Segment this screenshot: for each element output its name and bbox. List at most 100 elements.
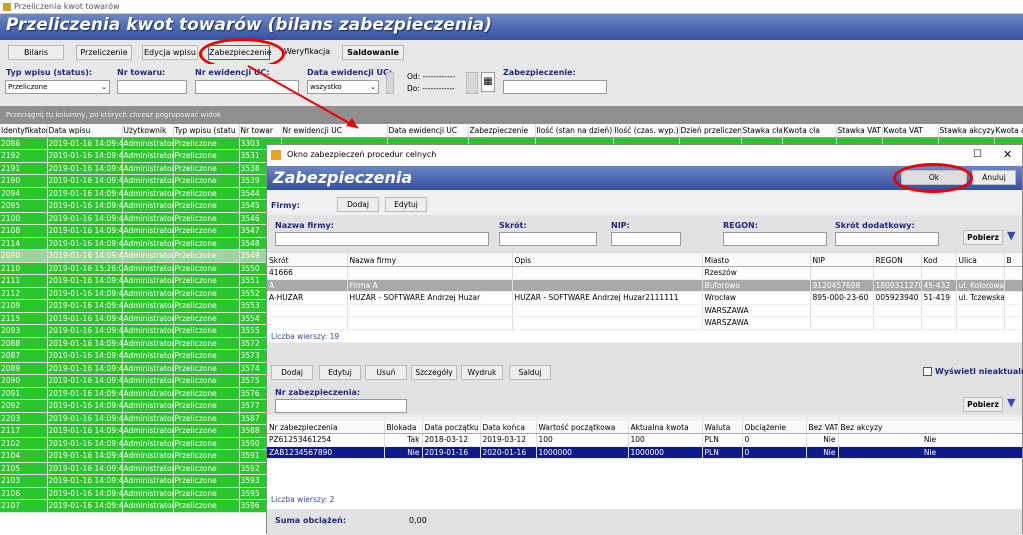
nip-input[interactable] <box>611 232 681 246</box>
column-header[interactable]: REGON <box>873 254 922 267</box>
table-row[interactable]: WARSZAWA <box>267 316 1022 330</box>
table-cell: A <box>267 279 348 292</box>
calendar-icon[interactable]: ▦ <box>481 72 495 92</box>
column-header[interactable]: Data wpisu <box>47 124 123 138</box>
table-cell <box>512 266 703 280</box>
column-header[interactable]: Kwota VAT <box>882 124 939 138</box>
table-cell: 2019-01-16 14:09:40 <box>47 412 123 425</box>
od-value[interactable]: ------------ <box>423 72 455 81</box>
zab-delete-button[interactable]: Usuń <box>365 365 407 380</box>
nr-zab-input[interactable] <box>275 399 407 413</box>
column-header[interactable]: Użytkownik <box>122 124 174 138</box>
close-icon[interactable]: ✕ <box>1003 145 1012 165</box>
column-header[interactable]: Wartość początkowa <box>536 421 629 434</box>
filter-icon[interactable]: ▼ <box>1007 396 1015 409</box>
filter-icon[interactable]: ▼ <box>1007 229 1015 242</box>
do-value[interactable]: ------------ <box>422 84 454 93</box>
column-header[interactable]: Skrót <box>267 254 348 267</box>
column-header[interactable]: Obciążenie <box>742 421 807 434</box>
table-row[interactable]: WARSZAWA <box>267 304 1022 317</box>
firma-add-button[interactable]: Dodaj <box>337 197 379 212</box>
column-header[interactable]: Ilość (stan na dzień) <box>535 124 614 138</box>
column-header[interactable]: Nazwa firmy <box>347 254 513 267</box>
zab-balance-button[interactable]: Salduj <box>509 365 551 380</box>
column-header[interactable]: B <box>1004 254 1022 267</box>
maximize-icon[interactable]: ☐ <box>973 145 982 165</box>
column-header[interactable]: Data początku <box>422 421 481 434</box>
column-header[interactable]: Waluta <box>702 421 743 434</box>
regon-input[interactable] <box>723 232 827 246</box>
column-header[interactable]: Bez VAT <box>806 421 839 434</box>
group-by-panel[interactable]: Przeciągnij tu kolumny, po których chces… <box>0 106 1023 124</box>
table-cell: Administrator <box>122 474 174 488</box>
date-spin-button[interactable] <box>466 72 478 94</box>
table-cell <box>1004 279 1022 292</box>
table-row[interactable]: ZAB1234567890 Nie 2019-01-16 2020-01-16 1000… <box>267 446 1022 459</box>
banner-title: Przeliczenia kwot towarów (bilans zabezp… <box>6 15 492 35</box>
table-row[interactable]: PZ61253461254 Tak 2018-03-12 2019-03-12 100 1… <box>267 433 1022 447</box>
column-header[interactable]: Ulica <box>956 254 1005 267</box>
edycja-wpisu-button[interactable]: Edycja wpisu <box>142 45 198 60</box>
zab-add-button[interactable]: Dodaj <box>271 365 313 380</box>
suma-label: Suma obciążeń: <box>275 516 347 525</box>
column-header[interactable]: Blokada <box>384 421 423 434</box>
column-header[interactable]: Stawka cła <box>741 124 783 138</box>
table-row[interactable]: AFirma A Buforowo912045769818003112700045… <box>267 279 1022 292</box>
table-cell: Przeliczone <box>173 224 240 238</box>
table-cell: Przeliczone <box>173 287 240 300</box>
cancel-button[interactable]: Anuluj <box>972 170 1016 185</box>
table-cell: 2019-01-16 14:09:40 <box>47 324 123 338</box>
typ-select[interactable]: Przeliczone ⌄ <box>5 80 110 94</box>
nazwa-input[interactable] <box>275 232 489 246</box>
skrot-dod-input[interactable] <box>835 232 939 246</box>
column-header[interactable]: Typ wpisu (statu <box>173 124 240 138</box>
column-header[interactable]: Kwota cła <box>782 124 837 138</box>
column-header[interactable]: Miasto <box>702 254 811 267</box>
skrot-input[interactable] <box>499 232 597 246</box>
zab-input[interactable] <box>503 80 607 94</box>
table-cell: 2019-01-16 14:09:40 <box>47 212 123 225</box>
table-cell: Przeliczone <box>173 187 240 200</box>
column-header[interactable]: Kwota a <box>994 124 1023 138</box>
dialog-banner-title: Zabezpieczenia <box>273 168 413 187</box>
column-header[interactable]: Stawka akcyzy <box>938 124 995 138</box>
table-cell: 2110 <box>0 262 48 275</box>
table-cell: Nie <box>806 433 839 447</box>
column-header[interactable]: Stawka VAT <box>836 124 883 138</box>
table-cell: Administrator <box>122 274 174 288</box>
column-header[interactable]: Ilość (czas. wyp.) <box>613 124 680 138</box>
firma-search-button[interactable]: Pobierz <box>963 230 1003 245</box>
firma-edit-button[interactable]: Edytuj <box>385 197 427 212</box>
column-header[interactable]: Kod <box>921 254 957 267</box>
column-header[interactable]: Nr zabezpieczenia <box>267 421 385 434</box>
show-inactive-checkbox[interactable] <box>923 367 932 376</box>
column-header[interactable]: Bez akcyzy <box>838 421 1022 434</box>
table-cell: 2089 <box>0 362 48 375</box>
bilans-button[interactable]: Bilans <box>8 45 64 60</box>
column-header[interactable]: Zabezpieczenie <box>468 124 536 138</box>
table-cell: 0 <box>742 433 807 447</box>
table-row[interactable]: 41666 Rzeszów <box>267 266 1022 280</box>
column-header[interactable]: Data ewidencji UC <box>387 124 469 138</box>
column-header[interactable]: Aktualna kwota <box>628 421 703 434</box>
column-header[interactable]: Opis <box>512 254 703 267</box>
zab-details-button[interactable]: Szczegóły <box>411 365 457 380</box>
zab-print-button[interactable]: Wydruk <box>461 365 503 380</box>
spin-button[interactable] <box>386 72 394 94</box>
table-cell <box>956 316 1005 330</box>
table-cell: Administrator <box>122 399 174 413</box>
column-header[interactable]: NIP <box>810 254 874 267</box>
zab-search-button[interactable]: Pobierz <box>963 397 1003 412</box>
table-cell: 2019-01-16 14:09:40 <box>47 199 123 213</box>
table-cell <box>1004 291 1022 305</box>
column-header[interactable]: Identyfikator <box>0 124 48 138</box>
nr-towaru-input[interactable] <box>117 80 187 94</box>
column-header[interactable]: Data końca <box>480 421 537 434</box>
table-row[interactable]: A-HUZAR HUZAR - SOFTWARE Andrzej Huzar HUZ… <box>267 291 1022 305</box>
przeliczenie-button[interactable]: Przeliczenie <box>76 45 132 60</box>
zab-edit-button[interactable]: Edytuj <box>319 365 361 380</box>
column-header[interactable]: Dzień przeliczenia <box>679 124 742 138</box>
zab-toolbar: Dodaj Edytuj Usuń Szczegóły Wydruk Saldu… <box>267 343 1023 415</box>
skrot-label: Skrót: <box>499 221 527 230</box>
security-dialog: Okno zabezpieczeń procedur celnych ☐ ✕ Z… <box>266 144 1023 535</box>
